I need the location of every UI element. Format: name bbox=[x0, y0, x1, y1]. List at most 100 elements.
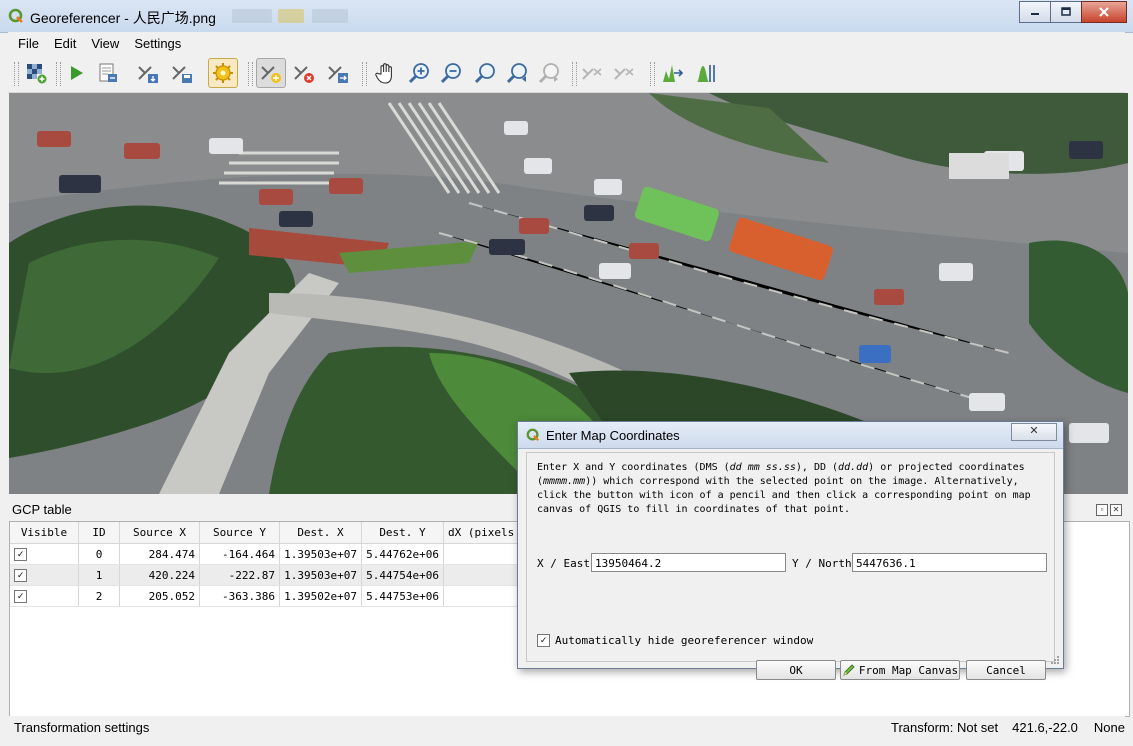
move-gcp-point-button[interactable] bbox=[324, 59, 352, 87]
visible-cell[interactable]: ✓ bbox=[10, 564, 79, 586]
zoom-to-layer-icon bbox=[474, 63, 495, 84]
source-y-cell[interactable]: -363.386 bbox=[199, 585, 280, 607]
zoom-to-layer-button[interactable] bbox=[472, 59, 500, 87]
pan-button[interactable] bbox=[372, 59, 400, 87]
zoom-next-icon bbox=[538, 63, 559, 84]
zoom-next-button[interactable] bbox=[536, 59, 564, 87]
toolbar-grip[interactable] bbox=[362, 62, 367, 86]
start-georeferencing-button[interactable] bbox=[62, 59, 90, 87]
dest-x-cell[interactable]: 1.39503e+07 bbox=[279, 543, 362, 565]
ghost-toolbar-item bbox=[312, 9, 348, 23]
toolbar-grip[interactable] bbox=[248, 62, 253, 86]
open-raster-button[interactable] bbox=[22, 59, 50, 87]
close-button[interactable] bbox=[1081, 1, 1127, 23]
zoom-in-button[interactable] bbox=[406, 59, 434, 87]
desc-text: Enter X and Y coordinates (DMS ( bbox=[537, 462, 730, 473]
save-gcp-points-button[interactable] bbox=[168, 59, 196, 87]
link-georeferencer-to-qgis-button[interactable] bbox=[578, 59, 606, 87]
toolbar-grip[interactable] bbox=[650, 62, 655, 86]
menu-settings[interactable]: Settings bbox=[124, 36, 186, 51]
id-cell: 2 bbox=[78, 585, 120, 607]
dialog-close-button[interactable]: ✕ bbox=[1011, 423, 1057, 441]
desc-text: )) which correspond with the selected po… bbox=[537, 476, 1031, 515]
autohide-row[interactable]: ✓ Automatically hide georeferencer windo… bbox=[537, 634, 813, 647]
table-row[interactable]: ✓ 2 205.052 -363.386 1.39502e+07 5.44753… bbox=[10, 585, 553, 607]
dialog-title: Enter Map Coordinates bbox=[546, 428, 680, 443]
desc-projected-format: mmmm.mm bbox=[543, 476, 586, 487]
from-map-canvas-label: From Map Canvas bbox=[858, 663, 959, 677]
visible-cell[interactable]: ✓ bbox=[10, 543, 79, 565]
column-header-source-y[interactable]: Source Y bbox=[199, 522, 280, 544]
source-x-cell[interactable]: 420.224 bbox=[119, 564, 200, 586]
add-point-button[interactable] bbox=[256, 58, 286, 88]
desc-dd-format: dd.dd bbox=[838, 462, 869, 473]
source-y-cell[interactable]: -222.87 bbox=[199, 564, 280, 586]
autohide-label[interactable]: Automatically hide georeferencer window bbox=[555, 634, 813, 647]
source-x-cell[interactable]: 284.474 bbox=[119, 543, 200, 565]
dest-x-cell[interactable]: 1.39502e+07 bbox=[279, 585, 362, 607]
visible-checkbox[interactable]: ✓ bbox=[14, 589, 27, 603]
maximize-button[interactable] bbox=[1050, 1, 1082, 23]
dest-y-cell[interactable]: 5.44754e+06 bbox=[361, 564, 444, 586]
minimize-button[interactable] bbox=[1019, 1, 1051, 23]
autohide-checkbox[interactable]: ✓ bbox=[537, 634, 550, 647]
column-header-id[interactable]: ID bbox=[78, 522, 120, 544]
visible-cell[interactable]: ✓ bbox=[10, 585, 79, 607]
column-header-dest-x[interactable]: Dest. X bbox=[279, 522, 362, 544]
menu-view[interactable]: View bbox=[81, 36, 124, 51]
toolbar-grip[interactable] bbox=[14, 62, 19, 86]
source-y-cell[interactable]: -164.464 bbox=[199, 543, 280, 565]
toolbar-grip[interactable] bbox=[56, 62, 61, 86]
menu-bar: File Edit View Settings bbox=[8, 32, 1125, 54]
transformation-settings-button[interactable] bbox=[208, 58, 238, 88]
menu-edit[interactable]: Edit bbox=[44, 36, 81, 51]
full-histogram-stretch-button[interactable] bbox=[658, 59, 686, 87]
column-header-dest-y[interactable]: Dest. Y bbox=[361, 522, 444, 544]
load-gcp-points-button[interactable] bbox=[134, 59, 162, 87]
column-header-source-x[interactable]: Source X bbox=[119, 522, 200, 544]
link-qgis-to-georeferencer-button[interactable] bbox=[610, 59, 638, 87]
toolbar-grip[interactable] bbox=[572, 62, 577, 86]
pan-icon bbox=[375, 63, 392, 84]
visible-checkbox[interactable]: ✓ bbox=[14, 568, 27, 582]
close-icon bbox=[1099, 7, 1109, 17]
local-histogram-stretch-button[interactable] bbox=[692, 59, 720, 87]
dialog-title-bar[interactable]: Enter Map Coordinates ✕ bbox=[518, 422, 1063, 449]
from-map-canvas-button[interactable]: From Map Canvas bbox=[840, 660, 960, 680]
link-georeferencer-to-qgis-icon bbox=[582, 68, 602, 80]
status-bar: Transformation settings Transform: Not s… bbox=[8, 716, 1125, 740]
resize-grip-icon[interactable] bbox=[1050, 655, 1060, 665]
dialog-description: Enter X and Y coordinates (DMS (dd mm ss… bbox=[537, 461, 1042, 517]
x-east-input[interactable]: 13950464.2 bbox=[591, 553, 786, 572]
delete-point-button[interactable] bbox=[290, 59, 318, 87]
x-east-label: X / East bbox=[537, 557, 590, 570]
zoom-last-button[interactable] bbox=[504, 59, 532, 87]
dest-x-cell[interactable]: 1.39503e+07 bbox=[279, 564, 362, 586]
gcp-panel-title: GCP table bbox=[12, 502, 72, 517]
maximize-icon bbox=[1061, 7, 1071, 16]
table-row[interactable]: ✓ 0 284.474 -164.464 1.39503e+07 5.44762… bbox=[10, 543, 553, 565]
y-north-input[interactable]: 5447636.1 bbox=[852, 553, 1047, 572]
generate-gdal-script-button[interactable] bbox=[94, 59, 122, 87]
close-panel-button[interactable]: ✕ bbox=[1110, 504, 1122, 516]
menu-file[interactable]: File bbox=[8, 36, 44, 51]
dest-y-cell[interactable]: 5.44753e+06 bbox=[361, 585, 444, 607]
zoom-out-button[interactable] bbox=[438, 59, 466, 87]
column-header-visible[interactable]: Visible bbox=[10, 522, 79, 544]
open-raster-icon bbox=[27, 64, 47, 84]
zoom-out-icon bbox=[440, 63, 461, 84]
ghost-toolbar-item bbox=[232, 9, 272, 23]
source-x-cell[interactable]: 205.052 bbox=[119, 585, 200, 607]
dest-y-cell[interactable]: 5.44762e+06 bbox=[361, 543, 444, 565]
delete-point-icon bbox=[294, 66, 314, 83]
dialog-body: Enter X and Y coordinates (DMS (dd mm ss… bbox=[526, 452, 1055, 680]
ok-button[interactable]: OK bbox=[756, 660, 836, 680]
cancel-button[interactable]: Cancel bbox=[966, 660, 1046, 680]
float-panel-button[interactable]: ▫ bbox=[1096, 504, 1108, 516]
id-cell: 0 bbox=[78, 543, 120, 565]
generate-gdal-script-icon bbox=[99, 63, 117, 82]
table-row[interactable]: ✓ 1 420.224 -222.87 1.39503e+07 5.44754e… bbox=[10, 564, 553, 586]
pencil-icon bbox=[843, 664, 855, 676]
close-icon: ✕ bbox=[1112, 505, 1120, 514]
visible-checkbox[interactable]: ✓ bbox=[14, 547, 27, 561]
